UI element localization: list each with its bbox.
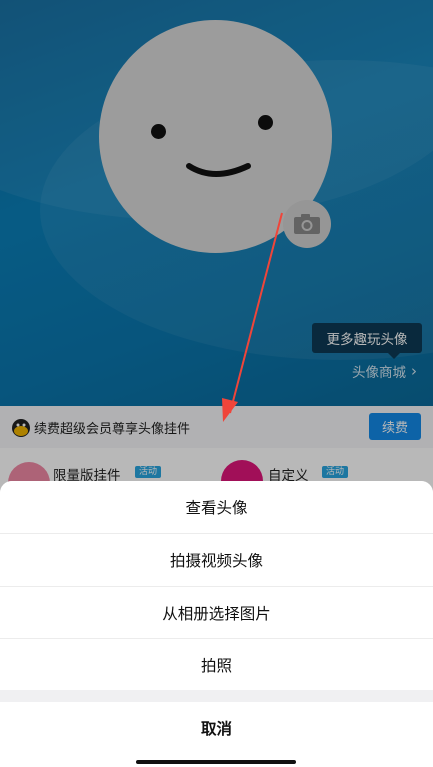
choose-from-album-option[interactable]: 从相册选择图片: [0, 587, 433, 639]
option-label: 从相册选择图片: [162, 605, 271, 623]
sheet-separator: [0, 690, 433, 702]
option-label: 查看头像: [185, 499, 248, 517]
option-label: 拍摄视频头像: [169, 552, 263, 570]
cancel-button[interactable]: 取消: [0, 702, 433, 754]
cancel-label: 取消: [200, 720, 232, 738]
action-sheet: 查看头像 拍摄视频头像 从相册选择图片 拍照 取消: [0, 481, 433, 767]
home-indicator[interactable]: [136, 760, 296, 764]
take-photo-option[interactable]: 拍照: [0, 639, 433, 691]
view-avatar-option[interactable]: 查看头像: [0, 481, 433, 533]
option-label: 拍照: [200, 657, 232, 675]
record-video-avatar-option[interactable]: 拍摄视频头像: [0, 534, 433, 586]
